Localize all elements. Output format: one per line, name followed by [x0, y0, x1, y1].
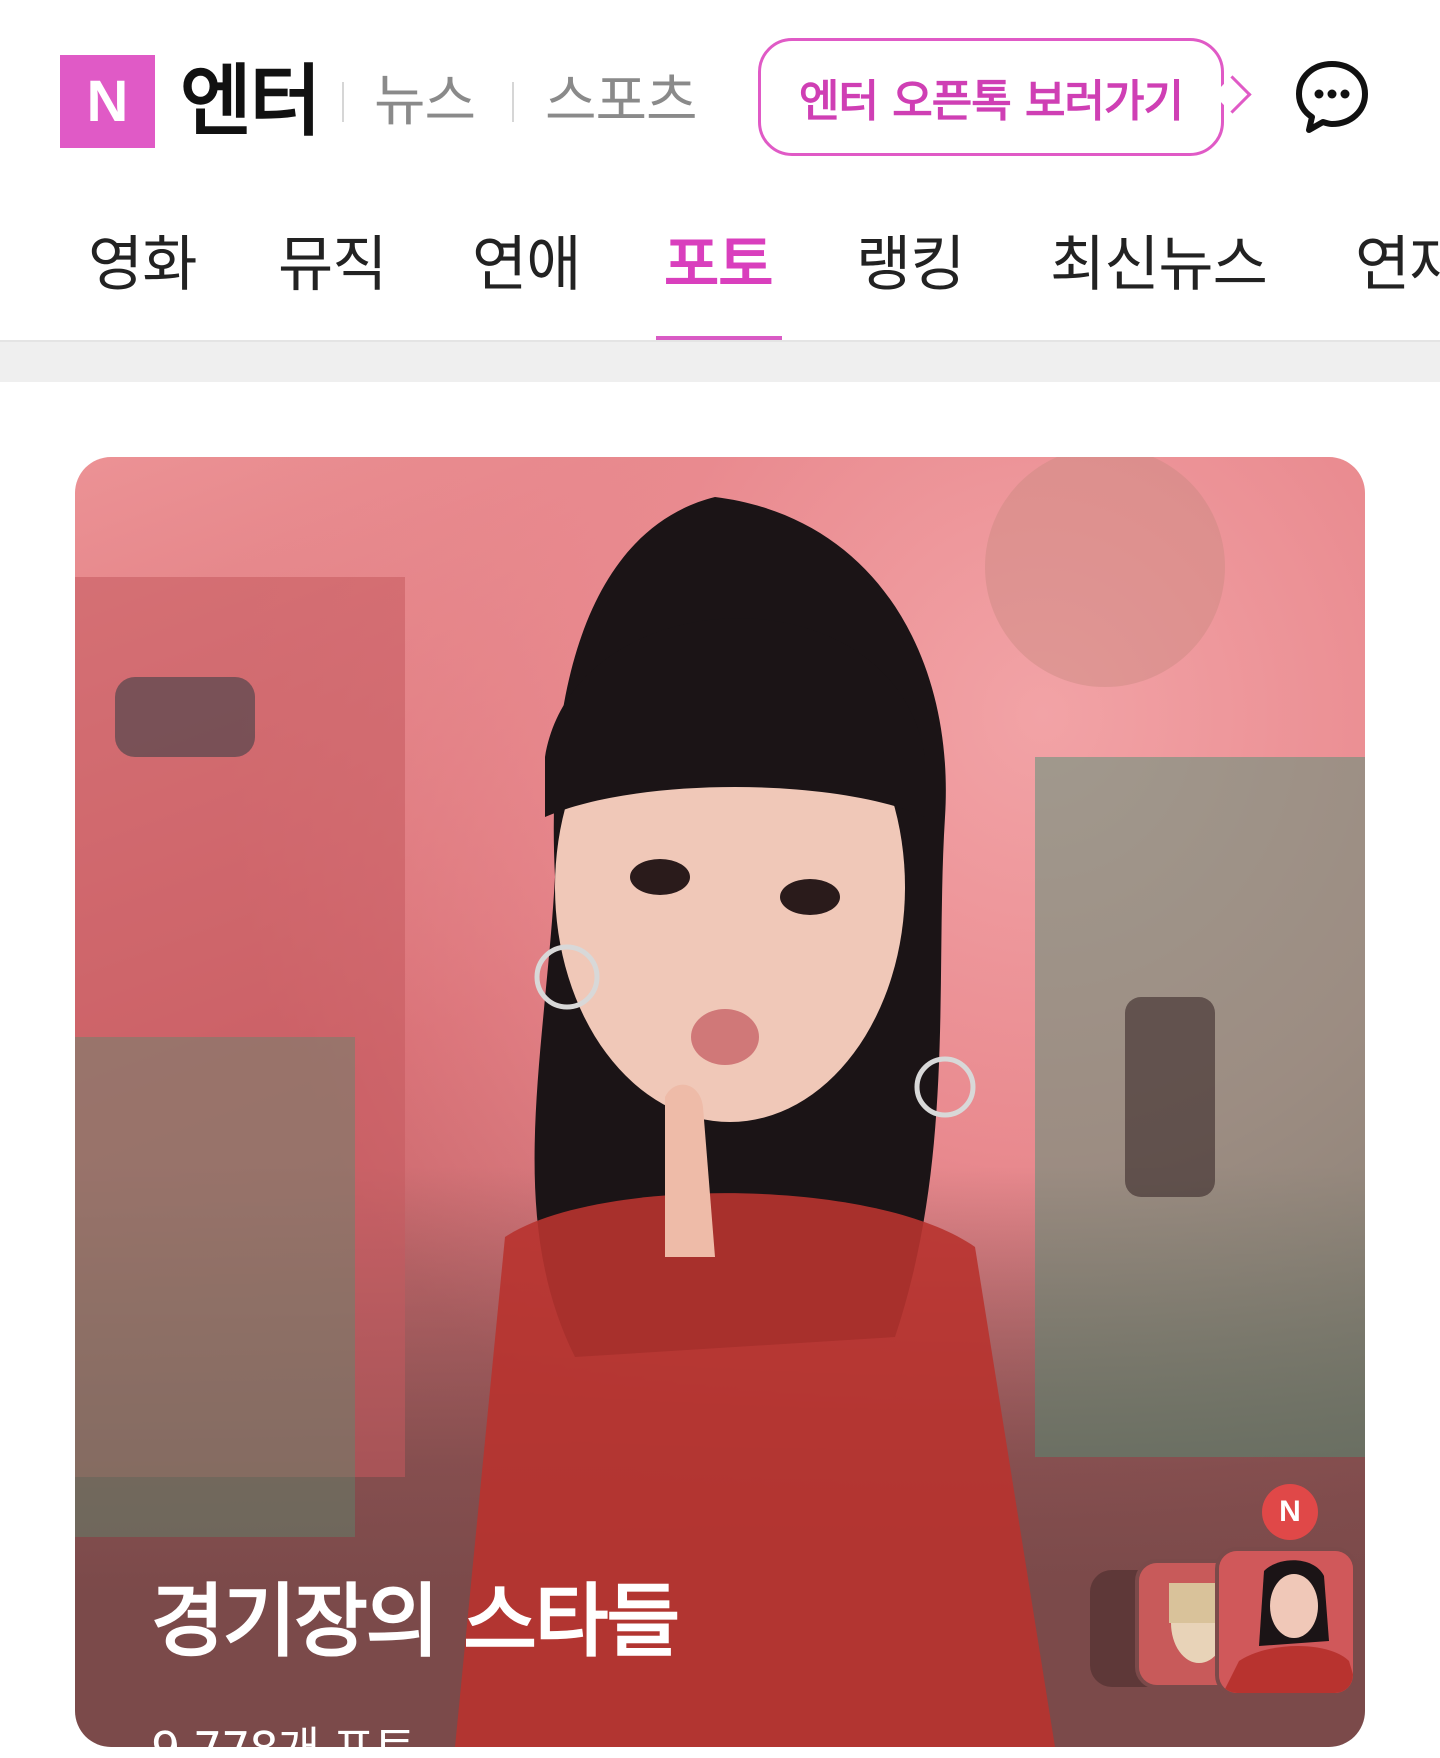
- thumbnail: [1215, 1547, 1357, 1697]
- featured-photo-card[interactable]: 경기장의 스타들 9,778개 포토: [75, 457, 1365, 1747]
- sports-link[interactable]: 스포츠: [545, 62, 698, 142]
- chat-bubble-icon[interactable]: [1293, 58, 1371, 136]
- divider: [512, 82, 514, 122]
- tab-romance[interactable]: 연애: [472, 220, 581, 310]
- brand-title[interactable]: 엔터: [180, 52, 322, 152]
- tab-series[interactable]: 연재: [1355, 220, 1440, 310]
- openchat-label: 엔터 오픈톡 보러가기: [799, 76, 1184, 127]
- category-tabs: 영화 뮤직 연애 포토 랭킹 최신뉴스 연재: [0, 190, 1440, 340]
- new-badge: N: [1262, 1484, 1318, 1540]
- news-link[interactable]: 뉴스: [374, 62, 476, 142]
- divider: [342, 82, 344, 122]
- tab-movie[interactable]: 영화: [88, 220, 197, 310]
- naver-logo[interactable]: N: [60, 55, 155, 148]
- tab-ranking[interactable]: 랭킹: [856, 220, 965, 310]
- top-header: N 엔터 뉴스 스포츠 엔터 오픈톡 보러가기: [0, 0, 1440, 190]
- card-title: 경기장의 스타들: [151, 1575, 680, 1668]
- tab-latest-news[interactable]: 최신뉴스: [1050, 220, 1268, 310]
- openchat-button[interactable]: 엔터 오픈톡 보러가기: [758, 38, 1224, 156]
- tab-music[interactable]: 뮤직: [278, 220, 387, 310]
- photo-count: 9,778개 포토: [151, 1719, 416, 1747]
- section-divider: [0, 340, 1440, 382]
- tab-photo[interactable]: 포토: [664, 220, 773, 310]
